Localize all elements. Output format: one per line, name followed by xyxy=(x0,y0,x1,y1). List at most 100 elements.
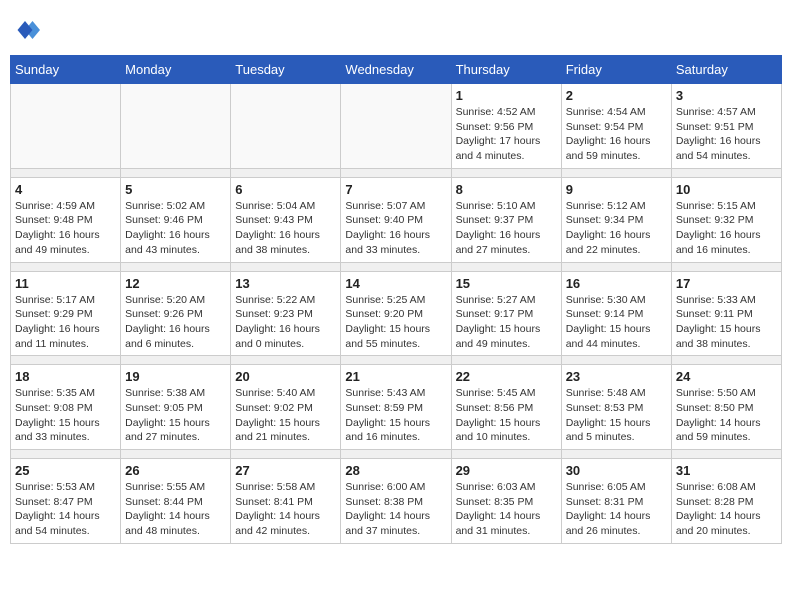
cell-info: Sunrise: 5:27 AMSunset: 9:17 PMDaylight:… xyxy=(456,293,557,352)
cell-day-number: 12 xyxy=(125,276,226,291)
cell-day-number: 1 xyxy=(456,88,557,103)
cell-info: Sunrise: 5:22 AMSunset: 9:23 PMDaylight:… xyxy=(235,293,336,352)
calendar-cell xyxy=(11,84,121,169)
cell-day-number: 3 xyxy=(676,88,777,103)
cell-info: Sunrise: 6:08 AMSunset: 8:28 PMDaylight:… xyxy=(676,480,777,539)
page-header xyxy=(10,10,782,45)
logo xyxy=(10,15,44,45)
cell-day-number: 24 xyxy=(676,369,777,384)
cell-info: Sunrise: 5:33 AMSunset: 9:11 PMDaylight:… xyxy=(676,293,777,352)
cell-day-number: 22 xyxy=(456,369,557,384)
cell-day-number: 5 xyxy=(125,182,226,197)
cell-info: Sunrise: 6:00 AMSunset: 8:38 PMDaylight:… xyxy=(345,480,446,539)
cell-info: Sunrise: 5:10 AMSunset: 9:37 PMDaylight:… xyxy=(456,199,557,258)
cell-day-number: 23 xyxy=(566,369,667,384)
cell-day-number: 27 xyxy=(235,463,336,478)
calendar-cell: 5 Sunrise: 5:02 AMSunset: 9:46 PMDaylight… xyxy=(121,177,231,262)
cell-day-number: 2 xyxy=(566,88,667,103)
cell-info: Sunrise: 4:59 AMSunset: 9:48 PMDaylight:… xyxy=(15,199,116,258)
cell-info: Sunrise: 5:35 AMSunset: 9:08 PMDaylight:… xyxy=(15,386,116,445)
calendar-cell xyxy=(231,84,341,169)
day-header-wednesday: Wednesday xyxy=(341,56,451,84)
cell-info: Sunrise: 5:45 AMSunset: 8:56 PMDaylight:… xyxy=(456,386,557,445)
calendar-cell: 28 Sunrise: 6:00 AMSunset: 8:38 PMDayligh… xyxy=(341,459,451,544)
cell-day-number: 20 xyxy=(235,369,336,384)
cell-day-number: 6 xyxy=(235,182,336,197)
week-divider xyxy=(11,450,782,459)
week-divider xyxy=(11,168,782,177)
cell-day-number: 17 xyxy=(676,276,777,291)
calendar-cell: 31 Sunrise: 6:08 AMSunset: 8:28 PMDayligh… xyxy=(671,459,781,544)
calendar-cell: 7 Sunrise: 5:07 AMSunset: 9:40 PMDaylight… xyxy=(341,177,451,262)
calendar-table: SundayMondayTuesdayWednesdayThursdayFrid… xyxy=(10,55,782,544)
cell-info: Sunrise: 6:03 AMSunset: 8:35 PMDaylight:… xyxy=(456,480,557,539)
cell-info: Sunrise: 6:05 AMSunset: 8:31 PMDaylight:… xyxy=(566,480,667,539)
cell-day-number: 21 xyxy=(345,369,446,384)
cell-info: Sunrise: 5:53 AMSunset: 8:47 PMDaylight:… xyxy=(15,480,116,539)
calendar-cell: 30 Sunrise: 6:05 AMSunset: 8:31 PMDayligh… xyxy=(561,459,671,544)
calendar-cell: 12 Sunrise: 5:20 AMSunset: 9:26 PMDayligh… xyxy=(121,271,231,356)
cell-info: Sunrise: 5:30 AMSunset: 9:14 PMDaylight:… xyxy=(566,293,667,352)
cell-day-number: 30 xyxy=(566,463,667,478)
cell-info: Sunrise: 5:07 AMSunset: 9:40 PMDaylight:… xyxy=(345,199,446,258)
calendar-cell: 1 Sunrise: 4:52 AMSunset: 9:56 PMDaylight… xyxy=(451,84,561,169)
calendar-cell: 2 Sunrise: 4:54 AMSunset: 9:54 PMDaylight… xyxy=(561,84,671,169)
cell-day-number: 11 xyxy=(15,276,116,291)
cell-day-number: 7 xyxy=(345,182,446,197)
calendar-cell: 13 Sunrise: 5:22 AMSunset: 9:23 PMDayligh… xyxy=(231,271,341,356)
cell-info: Sunrise: 5:15 AMSunset: 9:32 PMDaylight:… xyxy=(676,199,777,258)
cell-day-number: 4 xyxy=(15,182,116,197)
cell-info: Sunrise: 4:57 AMSunset: 9:51 PMDaylight:… xyxy=(676,105,777,164)
day-header-saturday: Saturday xyxy=(671,56,781,84)
week-divider xyxy=(11,262,782,271)
calendar-cell: 14 Sunrise: 5:25 AMSunset: 9:20 PMDayligh… xyxy=(341,271,451,356)
cell-day-number: 19 xyxy=(125,369,226,384)
calendar-cell: 21 Sunrise: 5:43 AMSunset: 8:59 PMDayligh… xyxy=(341,365,451,450)
cell-info: Sunrise: 5:20 AMSunset: 9:26 PMDaylight:… xyxy=(125,293,226,352)
cell-info: Sunrise: 4:52 AMSunset: 9:56 PMDaylight:… xyxy=(456,105,557,164)
calendar-cell: 29 Sunrise: 6:03 AMSunset: 8:35 PMDayligh… xyxy=(451,459,561,544)
day-header-friday: Friday xyxy=(561,56,671,84)
calendar-cell: 8Sunrise: 5:10 AMSunset: 9:37 PMDaylight… xyxy=(451,177,561,262)
cell-day-number: 25 xyxy=(15,463,116,478)
cell-day-number: 14 xyxy=(345,276,446,291)
calendar-cell: 10Sunrise: 5:15 AMSunset: 9:32 PMDayligh… xyxy=(671,177,781,262)
calendar-cell: 20 Sunrise: 5:40 AMSunset: 9:02 PMDayligh… xyxy=(231,365,341,450)
cell-day-number: 16 xyxy=(566,276,667,291)
day-header-monday: Monday xyxy=(121,56,231,84)
cell-day-number: 31 xyxy=(676,463,777,478)
cell-day-number: 18 xyxy=(15,369,116,384)
cell-info: Sunrise: 5:48 AMSunset: 8:53 PMDaylight:… xyxy=(566,386,667,445)
cell-info: Sunrise: 5:04 AMSunset: 9:43 PMDaylight:… xyxy=(235,199,336,258)
calendar-body: 1 Sunrise: 4:52 AMSunset: 9:56 PMDaylight… xyxy=(11,84,782,544)
cell-info: Sunrise: 5:43 AMSunset: 8:59 PMDaylight:… xyxy=(345,386,446,445)
day-header-thursday: Thursday xyxy=(451,56,561,84)
cell-day-number: 28 xyxy=(345,463,446,478)
calendar-cell: 26Sunrise: 5:55 AMSunset: 8:44 PMDayligh… xyxy=(121,459,231,544)
calendar-cell: 3 Sunrise: 4:57 AMSunset: 9:51 PMDaylight… xyxy=(671,84,781,169)
cell-day-number: 15 xyxy=(456,276,557,291)
calendar-cell: 22 Sunrise: 5:45 AMSunset: 8:56 PMDayligh… xyxy=(451,365,561,450)
day-header-tuesday: Tuesday xyxy=(231,56,341,84)
cell-info: Sunrise: 4:54 AMSunset: 9:54 PMDaylight:… xyxy=(566,105,667,164)
calendar-cell: 6 Sunrise: 5:04 AMSunset: 9:43 PMDaylight… xyxy=(231,177,341,262)
calendar-header: SundayMondayTuesdayWednesdayThursdayFrid… xyxy=(11,56,782,84)
cell-info: Sunrise: 5:02 AMSunset: 9:46 PMDaylight:… xyxy=(125,199,226,258)
cell-info: Sunrise: 5:25 AMSunset: 9:20 PMDaylight:… xyxy=(345,293,446,352)
logo-icon xyxy=(10,15,40,45)
cell-info: Sunrise: 5:17 AMSunset: 9:29 PMDaylight:… xyxy=(15,293,116,352)
calendar-cell xyxy=(121,84,231,169)
day-header-sunday: Sunday xyxy=(11,56,121,84)
cell-day-number: 9 xyxy=(566,182,667,197)
cell-info: Sunrise: 5:40 AMSunset: 9:02 PMDaylight:… xyxy=(235,386,336,445)
cell-info: Sunrise: 5:55 AMSunset: 8:44 PMDaylight:… xyxy=(125,480,226,539)
cell-info: Sunrise: 5:50 AMSunset: 8:50 PMDaylight:… xyxy=(676,386,777,445)
cell-day-number: 29 xyxy=(456,463,557,478)
calendar-cell: 24 Sunrise: 5:50 AMSunset: 8:50 PMDayligh… xyxy=(671,365,781,450)
calendar-cell: 15 Sunrise: 5:27 AMSunset: 9:17 PMDayligh… xyxy=(451,271,561,356)
calendar-cell: 11 Sunrise: 5:17 AMSunset: 9:29 PMDayligh… xyxy=(11,271,121,356)
calendar-week-1: 1 Sunrise: 4:52 AMSunset: 9:56 PMDaylight… xyxy=(11,84,782,169)
calendar-week-3: 11 Sunrise: 5:17 AMSunset: 9:29 PMDayligh… xyxy=(11,271,782,356)
calendar-cell: 18 Sunrise: 5:35 AMSunset: 9:08 PMDayligh… xyxy=(11,365,121,450)
cell-day-number: 13 xyxy=(235,276,336,291)
